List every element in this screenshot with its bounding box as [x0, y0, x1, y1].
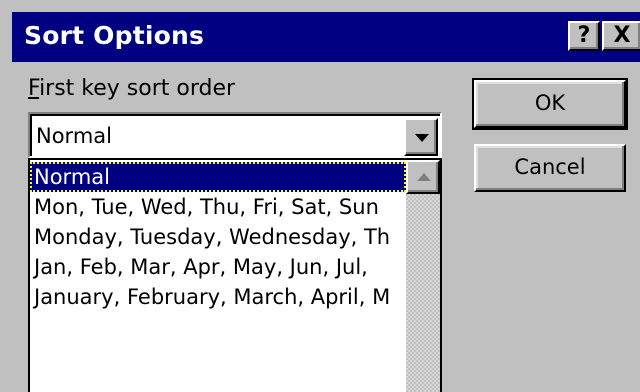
arrow-up-icon [417, 173, 431, 181]
dropdown-button[interactable] [404, 118, 438, 156]
vertical-scrollbar[interactable] [406, 160, 440, 392]
option-normal[interactable]: Normal [30, 162, 406, 192]
title-bar[interactable]: Sort Options ? X [0, 0, 640, 68]
option-short-weekdays[interactable]: Mon, Tue, Wed, Thu, Fri, Sat, Sun [30, 192, 406, 222]
option-short-months[interactable]: Jan, Feb, Mar, Apr, May, Jun, Jul, [30, 252, 406, 282]
close-button[interactable]: X [602, 21, 640, 51]
chevron-down-icon [415, 134, 429, 142]
combobox-selected-value: Normal [36, 124, 112, 148]
first-key-label-accelerator: F [28, 76, 40, 101]
window-title: Sort Options [24, 21, 205, 50]
help-button[interactable]: ? [568, 21, 600, 51]
scroll-up-button[interactable] [406, 160, 440, 194]
first-key-label-text: irst key sort order [39, 76, 236, 101]
cancel-button[interactable]: Cancel [474, 144, 626, 192]
first-key-label: First key sort order [28, 74, 235, 104]
option-long-weekdays[interactable]: Monday, Tuesday, Wednesday, Th [30, 222, 406, 252]
option-long-months[interactable]: January, February, March, April, M [30, 282, 406, 312]
sort-order-dropdown-list[interactable]: Normal Mon, Tue, Wed, Thu, Fri, Sat, Sun… [28, 158, 442, 392]
dropdown-options: Normal Mon, Tue, Wed, Thu, Fri, Sat, Sun… [30, 162, 406, 312]
ok-button[interactable]: OK [472, 78, 628, 130]
sort-options-dialog: Sort Options ? X First key sort order No… [0, 0, 640, 392]
first-key-sort-order-combobox[interactable]: Normal [28, 112, 442, 158]
